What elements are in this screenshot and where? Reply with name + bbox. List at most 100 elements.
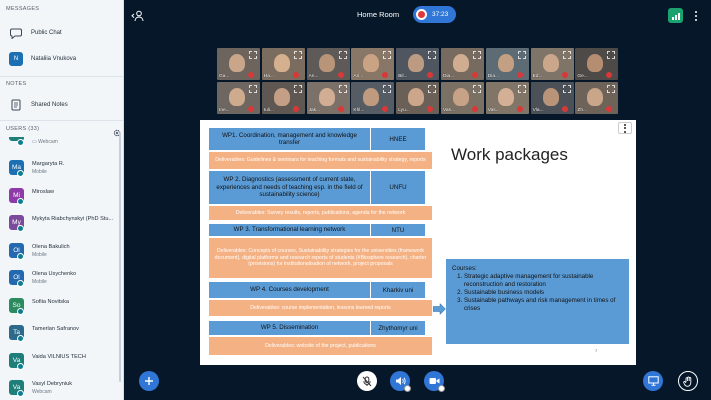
work-package-lead: UNFU: [370, 171, 425, 204]
leave-session-icon[interactable]: [131, 9, 144, 22]
status-badge-icon: [17, 197, 24, 205]
presentation-options-icon[interactable]: [618, 122, 632, 134]
participant-name: Dia...: [487, 74, 499, 79]
fullscreen-icon[interactable]: [338, 51, 347, 59]
camera-icon: [429, 378, 439, 384]
fullscreen-icon[interactable]: [338, 84, 347, 93]
user-list-item[interactable]: My Mykyta Riabchynskyi (PhD Stu...: [0, 211, 123, 235]
fullscreen-icon[interactable]: [562, 84, 571, 93]
webcam-tile[interactable]: Iuli...: [261, 81, 305, 114]
participant-video: [453, 87, 469, 106]
public-chat-label: Public Chat: [31, 30, 62, 36]
fullscreen-icon[interactable]: [473, 84, 481, 93]
webcam-tile[interactable]: Khl...: [351, 81, 395, 114]
muted-mic-icon: [337, 105, 344, 112]
muted-mic-icon: [561, 105, 568, 112]
slide-title: Work packages: [451, 145, 568, 164]
user-row-partial[interactable]: ▭ Webcam: [0, 137, 123, 147]
fullscreen-icon[interactable]: [428, 51, 437, 59]
participant-name: Ga...: [219, 74, 230, 79]
muted-mic-icon: [248, 72, 254, 78]
users-settings-gear-icon[interactable]: [113, 124, 121, 137]
user-list-item[interactable]: Ta Tamerlan Safranov: [0, 321, 123, 345]
microphone-off-icon: [362, 376, 372, 386]
webcam-tile[interactable]: Ha...: [261, 48, 305, 80]
webcam-tile[interactable]: Vas...: [441, 81, 484, 114]
user-list-item[interactable]: Ol Olena Usychenko Mobile: [0, 266, 123, 290]
fullscreen-icon[interactable]: [428, 84, 437, 93]
webcam-tile[interactable]: Zh...: [575, 81, 619, 114]
fullscreen-icon[interactable]: [249, 84, 257, 93]
webcam-tile[interactable]: Ine...: [217, 81, 260, 114]
fullscreen-icon[interactable]: [517, 84, 526, 93]
sidebar: MESSAGES Public Chat N Nataliia Vnukova …: [0, 0, 124, 400]
divider: [0, 76, 123, 77]
webcam-tile[interactable]: Jak...: [306, 81, 350, 114]
user-list-item[interactable]: Va Vaida VILNIUS TECH: [0, 349, 123, 373]
muted-mic-icon: [427, 105, 434, 112]
fullscreen-icon[interactable]: [293, 51, 302, 59]
muted-mic-icon: [606, 72, 613, 78]
webcam-tile[interactable]: Ga...: [217, 48, 260, 80]
fullscreen-icon[interactable]: [607, 51, 616, 59]
signal-bar: [674, 15, 677, 20]
shared-notes-item[interactable]: Shared Notes: [0, 97, 123, 113]
fullscreen-icon[interactable]: [607, 84, 616, 93]
mute-microphone-button[interactable]: [357, 371, 377, 391]
public-chat-item[interactable]: Public Chat: [0, 25, 123, 41]
webcam-badge-icon: [17, 139, 24, 146]
webcam-options-chevron-icon[interactable]: [438, 385, 445, 392]
user-list-item[interactable]: Mi Miroslaw: [0, 184, 123, 208]
status-badge-icon: [17, 252, 24, 260]
fullscreen-icon[interactable]: [293, 84, 302, 93]
webcam-tile[interactable]: Bil...: [396, 48, 440, 80]
recording-indicator[interactable]: 37:23: [413, 6, 456, 23]
participant-video: [408, 54, 425, 72]
muted-mic-icon: [248, 105, 254, 112]
work-package-deliverables: Deliverables: Survey results, reports, p…: [208, 205, 433, 221]
connection-status-button[interactable]: [668, 8, 683, 23]
participant-name: Zh...: [577, 107, 587, 113]
courses-heading: Courses:: [452, 265, 477, 272]
participant-video: [318, 54, 335, 72]
webcam-tile[interactable]: Ed...: [530, 48, 574, 80]
muted-mic-icon: [516, 105, 523, 112]
fullscreen-icon[interactable]: [383, 51, 392, 59]
raise-hand-button[interactable]: [678, 371, 698, 391]
presentation-button[interactable]: [643, 371, 663, 391]
fullscreen-icon[interactable]: [249, 51, 257, 59]
private-chat-item[interactable]: N Nataliia Vnukova: [0, 51, 123, 67]
work-package-deliverables: Deliverables: Concepts of courses, Susta…: [208, 237, 433, 279]
user-device: Mobile: [32, 251, 47, 258]
user-list-item[interactable]: Ol Olena Bakulich Mobile: [0, 239, 123, 263]
webcam-tile[interactable]: Vla...: [530, 81, 574, 114]
private-chat-name: Nataliia Vnukova: [31, 56, 77, 62]
webcam-tile[interactable]: An...: [306, 48, 350, 80]
user-device: Mobile: [32, 169, 47, 175]
webcam-tile[interactable]: An...: [351, 48, 395, 80]
actions-plus-button[interactable]: [139, 371, 159, 391]
webcam-tile[interactable]: Ge...: [575, 48, 619, 80]
audio-options-chevron-icon[interactable]: [404, 385, 411, 392]
options-menu-icon[interactable]: [693, 8, 699, 23]
participant-video: [273, 87, 290, 106]
user-list-item[interactable]: Ma Margaryta R. Mobile: [0, 156, 123, 180]
user-list-item[interactable]: Va Vasyl Debryniuk Webcam: [0, 376, 123, 400]
muted-mic-icon: [292, 72, 299, 78]
muted-mic-icon: [606, 105, 613, 112]
presentation-slide: WP1. Coordination, management and knowle…: [200, 120, 636, 365]
webcam-tile[interactable]: Lyu...: [396, 81, 440, 114]
status-badge-icon: [17, 335, 24, 342]
sidebar-scrollbar[interactable]: [119, 132, 121, 382]
fullscreen-icon[interactable]: [383, 84, 392, 93]
fullscreen-icon[interactable]: [517, 51, 526, 59]
fullscreen-icon[interactable]: [562, 51, 571, 59]
fullscreen-icon[interactable]: [473, 51, 481, 59]
chat-icon: [9, 26, 23, 40]
plus-icon: [145, 377, 153, 385]
recording-timer: 37:23: [432, 11, 449, 18]
user-list-item[interactable]: So Sofiia Novitska: [0, 294, 123, 318]
webcam-tile[interactable]: Dia...: [441, 48, 484, 80]
webcam-tile[interactable]: Vas...: [485, 81, 529, 114]
webcam-tile[interactable]: Dia...: [485, 48, 529, 80]
